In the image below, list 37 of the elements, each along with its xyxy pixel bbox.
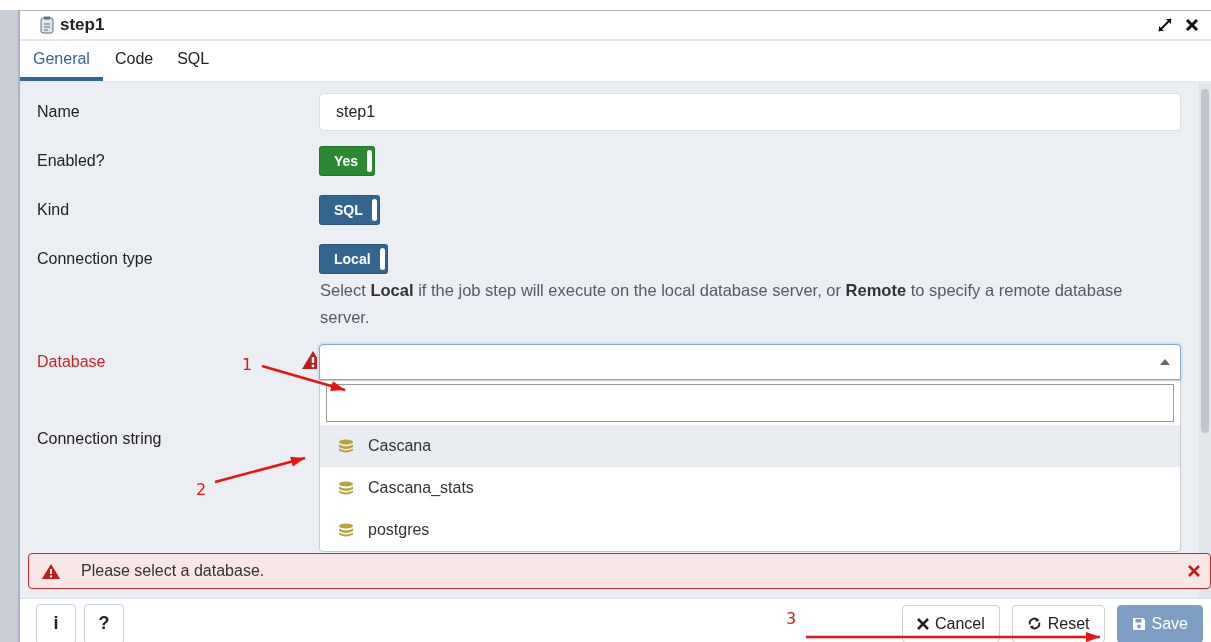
field-label: Enabled? (37, 151, 105, 169)
floppy-icon (1131, 616, 1146, 631)
maximize-icon[interactable] (1157, 17, 1173, 33)
recycle-icon (1026, 616, 1042, 631)
field-label: Connection string (37, 429, 162, 447)
tab[interactable]: SQL (165, 41, 222, 81)
clipboard-icon (40, 16, 54, 34)
field-label: Kind (37, 200, 70, 218)
window-title: step1 (60, 15, 105, 35)
help-button[interactable]: ? (84, 603, 124, 642)
field-label: Database (37, 352, 106, 370)
toggle-switch[interactable]: Local (319, 243, 388, 274)
field-label: Connection type (37, 249, 153, 267)
dropdown-option[interactable]: postgres (320, 508, 1180, 551)
search-field[interactable] (326, 383, 1174, 422)
dropdown-option[interactable]: Cascana (320, 424, 1180, 467)
cancel-button[interactable]: Cancel (901, 604, 1000, 642)
warning-icon (41, 562, 61, 580)
annotation-number: 2 (196, 480, 207, 499)
close-icon (916, 617, 929, 630)
field-label: Name (37, 102, 80, 120)
database-icon (338, 438, 354, 453)
toggle-switch[interactable]: SQL (319, 194, 380, 225)
dropdown-option[interactable]: Cascana_stats (320, 466, 1180, 509)
name-input[interactable]: step1 (319, 92, 1181, 131)
info-button[interactable]: i (36, 603, 76, 642)
annotation-number: 1 (242, 355, 253, 374)
database-icon (338, 480, 354, 495)
scrollbar[interactable] (1199, 83, 1211, 598)
database-icon (338, 522, 354, 537)
tab[interactable]: Code (102, 41, 166, 81)
annotation-number: 3 (786, 609, 797, 628)
reset-button[interactable]: Reset (1011, 604, 1105, 642)
toggle-switch[interactable]: Yes (319, 145, 376, 176)
close-icon[interactable] (1185, 18, 1199, 32)
error-message: Please select a database. (81, 562, 265, 580)
help-text: Select Local if the job step will execute on the local database server, or Remote to specify a remote database server. (320, 280, 1124, 328)
